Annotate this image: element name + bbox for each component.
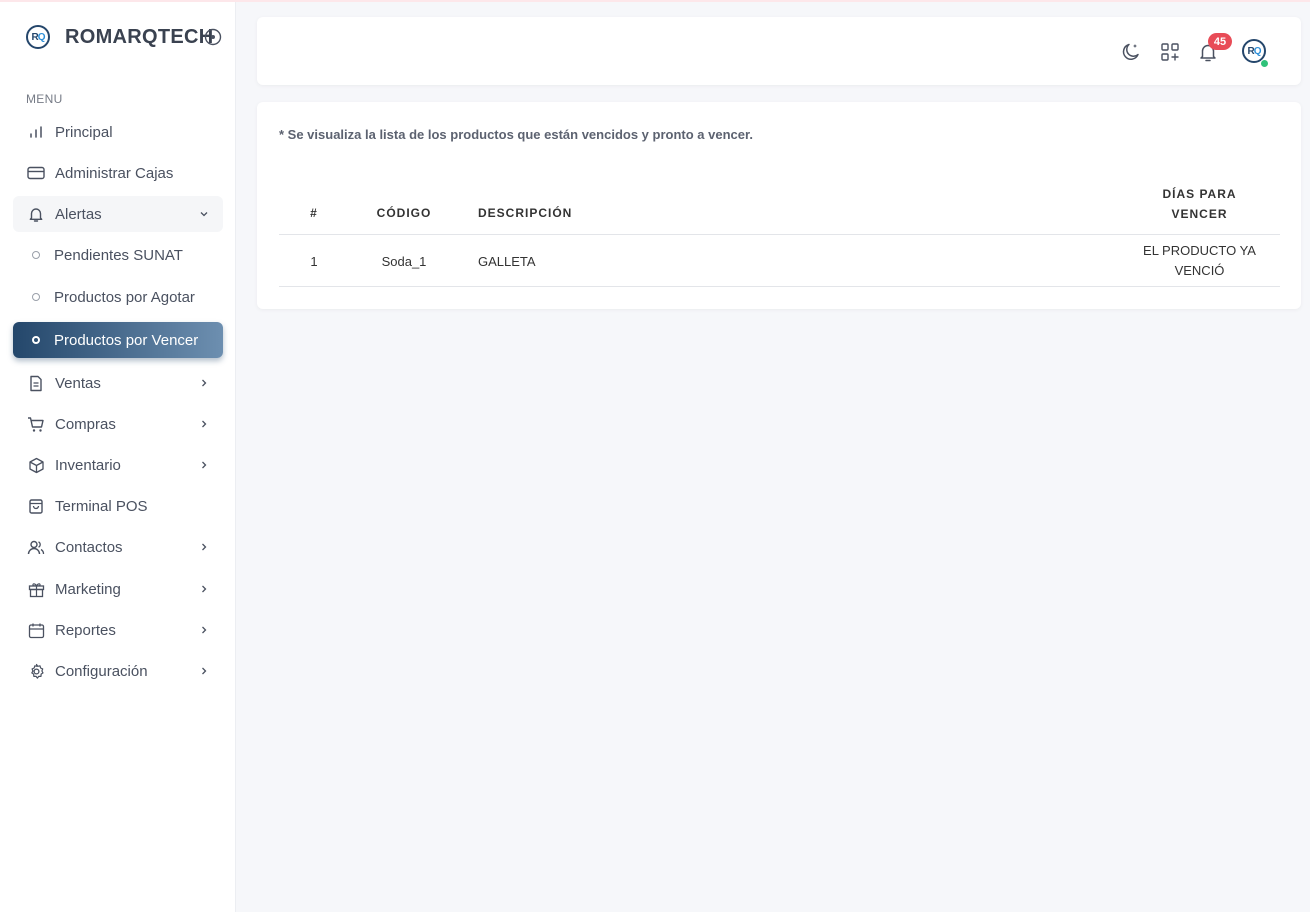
sidebar-item-configuracion[interactable]: Configuración (13, 653, 223, 689)
brand-name: ROMARQTECH (65, 25, 214, 48)
circle-bullet-icon (32, 293, 40, 301)
notification-count-badge: 45 (1208, 33, 1232, 50)
sidebar-item-marketing[interactable]: Marketing (13, 571, 223, 607)
sidebar-item-label: Contactos (55, 538, 123, 556)
sidebar-item-terminal-pos[interactable]: Terminal POS (13, 488, 223, 524)
sidebar-item-label: Productos por Vencer (54, 331, 199, 349)
sidebar-item-label: Principal (55, 123, 113, 141)
chevron-right-icon (197, 623, 211, 637)
top-header: 45 RQ (257, 17, 1301, 85)
apps-add-icon[interactable] (1159, 41, 1181, 63)
cell-codigo: Soda_1 (381, 254, 427, 269)
brand[interactable]: RQ ROMARQTECH (26, 22, 214, 52)
table-header: # CÓDIGO DESCRIPCIÓN DÍAS PARA VENCER (279, 180, 1280, 235)
online-status-dot (1260, 59, 1269, 68)
column-header-codigo[interactable]: CÓDIGO (369, 206, 439, 220)
cell-descripcion: GALLETA (478, 254, 536, 269)
chevron-down-icon (197, 207, 211, 221)
moon-icon[interactable] (1120, 41, 1142, 63)
chevron-right-icon (197, 540, 211, 554)
table-row[interactable]: 1 Soda_1 GALLETA EL PRODUCTO YA VENCIÓ (279, 235, 1280, 287)
chevron-right-icon (197, 417, 211, 431)
sidebar-item-alertas[interactable]: Alertas (13, 196, 223, 232)
circle-bullet-icon (32, 251, 40, 259)
sidebar-item-label: Administrar Cajas (55, 164, 174, 182)
sidebar-item-label: Terminal POS (55, 497, 148, 515)
sidebar-subitem-pendientes-sunat[interactable]: Pendientes SUNAT (13, 237, 223, 273)
chevron-right-icon (197, 376, 211, 390)
credit-card-icon (27, 164, 45, 182)
sidebar-item-principal[interactable]: Principal (13, 114, 223, 150)
chevron-right-icon (197, 582, 211, 596)
sidebar-toggle-icon[interactable] (204, 28, 222, 46)
circle-bullet-icon (32, 336, 40, 344)
box-icon (27, 456, 45, 474)
sidebar-item-label: Ventas (55, 374, 101, 392)
sidebar-item-label: Configuración (55, 662, 148, 680)
cell-dias-para-vencer: EL PRODUCTO YA VENCIÓ (1143, 243, 1256, 278)
cell-num: 1 (310, 254, 318, 269)
settings-icon (27, 662, 45, 680)
column-header-num[interactable]: # (279, 206, 349, 220)
brand-logo-letter-q: Q (37, 31, 46, 43)
avatar-letter-q: Q (1253, 45, 1262, 57)
sidebar-item-ventas[interactable]: Ventas (13, 365, 223, 401)
sidebar-item-inventario[interactable]: Inventario (13, 447, 223, 483)
expiring-products-card: * Se visualiza la lista de los productos… (257, 102, 1301, 309)
sidebar-item-contactos[interactable]: Contactos (13, 529, 223, 565)
gift-icon (27, 580, 45, 598)
users-icon (27, 538, 45, 556)
document-icon (27, 374, 45, 392)
bell-icon (27, 205, 45, 223)
sidebar-item-label: Marketing (55, 580, 121, 598)
menu-label: MENU (26, 92, 63, 106)
sidebar-item-label: Pendientes SUNAT (54, 246, 183, 264)
column-header-dias-para-vencer[interactable]: DÍAS PARA VENCER (1134, 184, 1265, 224)
brand-logo: RQ (26, 25, 50, 49)
sidebar-item-compras[interactable]: Compras (13, 406, 223, 442)
calendar-icon (27, 621, 45, 639)
chevron-right-icon (197, 664, 211, 678)
sidebar-subitem-productos-por-vencer[interactable]: Productos por Vencer (13, 322, 223, 358)
bar-chart-icon (27, 123, 45, 141)
sidebar-subitem-productos-por-agotar[interactable]: Productos por Agotar (13, 279, 223, 315)
sidebar-item-label: Reportes (55, 621, 116, 639)
chevron-right-icon (197, 458, 211, 472)
sidebar-item-administrar-cajas[interactable]: Administrar Cajas (13, 155, 223, 191)
cart-icon (27, 415, 45, 433)
column-header-descripcion[interactable]: DESCRIPCIÓN (478, 206, 572, 220)
sidebar-item-label: Alertas (55, 205, 102, 223)
page-description: * Se visualiza la lista de los productos… (279, 127, 753, 142)
sidebar-item-label: Compras (55, 415, 116, 433)
shopping-bag-icon (27, 497, 45, 515)
sidebar-item-label: Productos por Agotar (54, 288, 195, 306)
sidebar-item-reportes[interactable]: Reportes (13, 612, 223, 648)
sidebar: RQ ROMARQTECH MENU Principal Administrar… (0, 2, 236, 912)
expiring-products-table: # CÓDIGO DESCRIPCIÓN DÍAS PARA VENCER 1 … (279, 180, 1280, 287)
sidebar-item-label: Inventario (55, 456, 121, 474)
